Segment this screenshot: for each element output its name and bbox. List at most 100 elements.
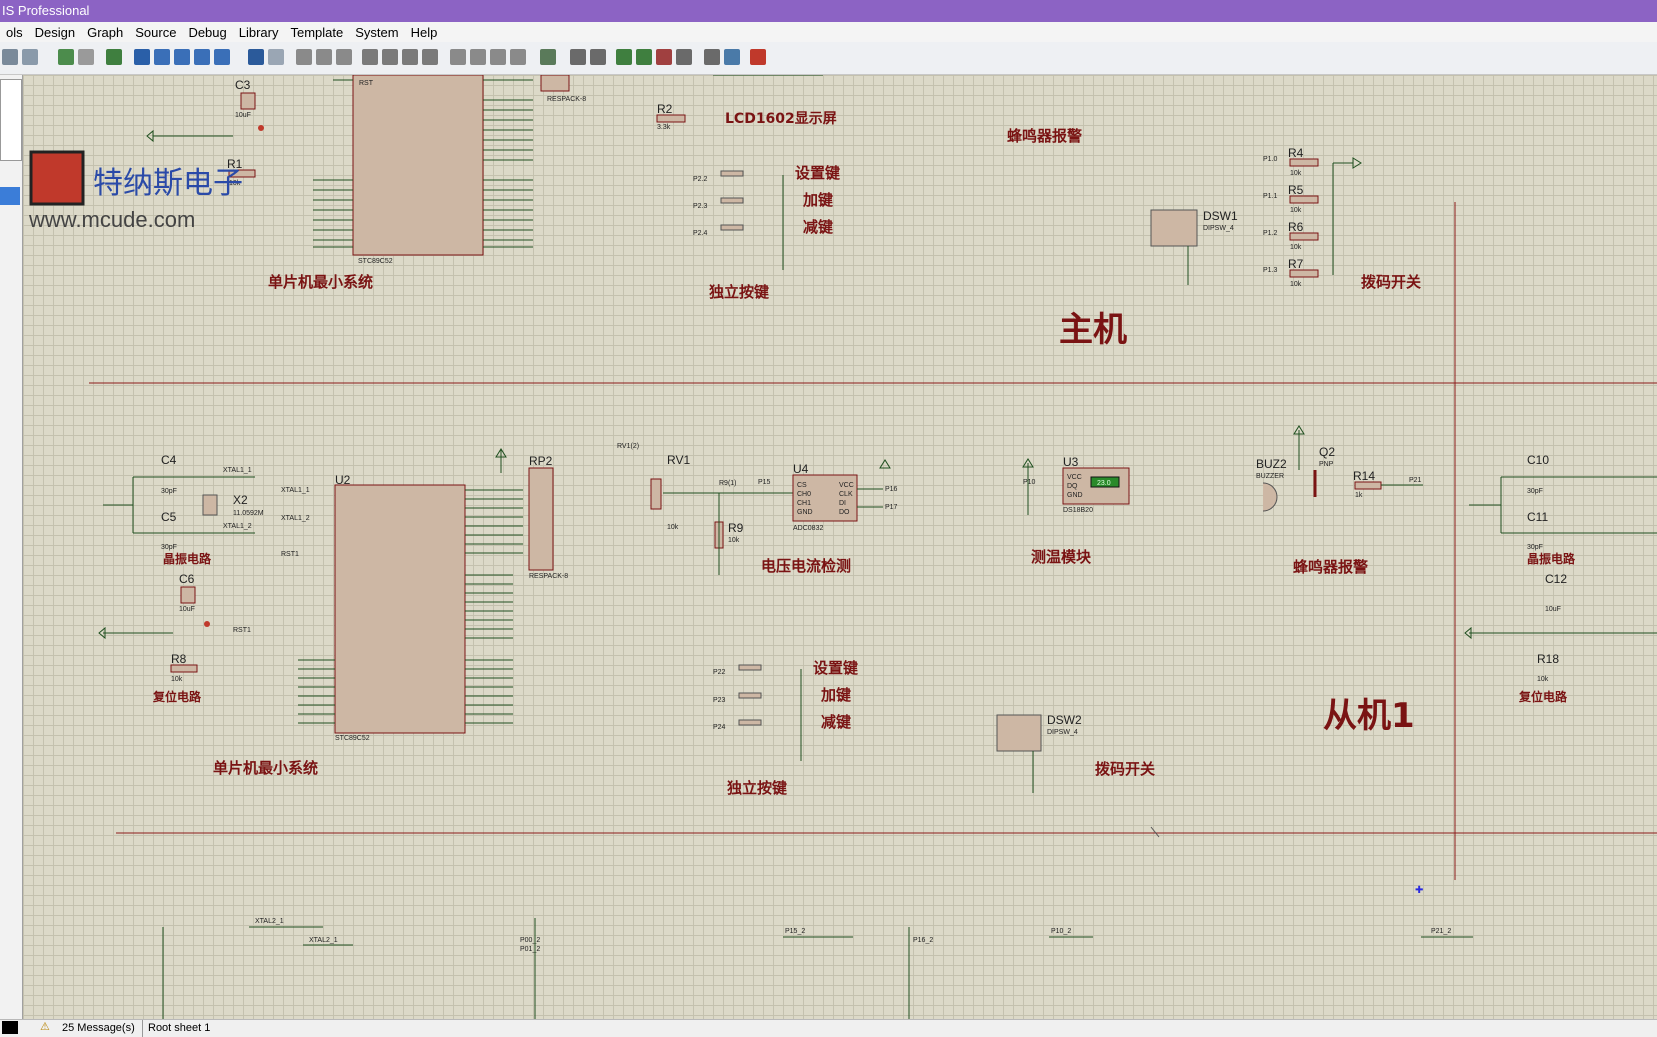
menu-template[interactable]: Template: [285, 25, 350, 40]
slave-adc-pin-do: DO: [839, 509, 850, 516]
copy-icon[interactable]: [316, 49, 332, 65]
block-delete-icon[interactable]: [422, 49, 438, 65]
wire-autoroute-icon[interactable]: [540, 49, 556, 65]
ares-icon[interactable]: [750, 49, 766, 65]
message-count[interactable]: 25 Message(s): [62, 1022, 135, 1034]
master-c3: [240, 92, 256, 110]
redo-icon[interactable]: [268, 49, 284, 65]
menu-source[interactable]: Source: [129, 25, 182, 40]
slave-adc-caption: 电压电流检测: [761, 557, 851, 575]
print-icon[interactable]: [2, 49, 18, 65]
slave-dip-model: DIPSW_4: [1047, 729, 1078, 736]
zoom-area-icon[interactable]: [214, 49, 230, 65]
goto-sheet-icon[interactable]: [676, 49, 692, 65]
slave-ds-pin-dq: DQ: [1067, 483, 1078, 490]
master-key-2: [720, 197, 744, 204]
master-r7: [1289, 269, 1319, 278]
block-copy-icon[interactable]: [362, 49, 378, 65]
slave-mcu-label: STC89C52: [335, 735, 370, 742]
edge-c12-value: 10uF: [1545, 606, 1561, 613]
slave-r9-net: R9(1): [719, 480, 737, 487]
menu-bar: ols Design Graph Source Debug Library Te…: [0, 22, 1657, 42]
master-key-label-sub: 减键: [803, 218, 833, 236]
bottom-partial-circuit: XTAL2_1 XTAL2_1 P00_2 P01_2 P15_2 P16_2 …: [162, 826, 1473, 1019]
origin-icon[interactable]: [106, 49, 122, 65]
add-sheet-icon[interactable]: [636, 49, 652, 65]
decompose-icon[interactable]: [510, 49, 526, 65]
master-net-p10: P1.0: [1263, 156, 1278, 163]
slave-mcu-rst: RST1: [281, 551, 299, 558]
edge-c11-label: C11: [1527, 510, 1548, 524]
master-rst-pin: RST: [359, 80, 374, 87]
warning-icon: ⚠: [40, 1021, 50, 1033]
slave-key-label-add: 加键: [820, 686, 851, 704]
block-rotate-icon[interactable]: [402, 49, 418, 65]
packaging-icon[interactable]: [490, 49, 506, 65]
erc-icon[interactable]: [724, 49, 740, 65]
master-r7-value: 10k: [1290, 281, 1302, 288]
refresh-icon[interactable]: [58, 49, 74, 65]
menu-tools[interactable]: ols: [0, 25, 29, 40]
master-key-net-3: P2.4: [693, 230, 708, 237]
master-key-net-1: P2.2: [693, 176, 708, 183]
slave-rv1-label: RV1: [667, 453, 690, 467]
menu-debug[interactable]: Debug: [182, 25, 232, 40]
master-keys: P2.2 P2.3 P2.4 设置键 加键 减键 独立按键: [693, 164, 840, 301]
menu-design[interactable]: Design: [29, 25, 81, 40]
edge-reset-caption: 复位电路: [1518, 689, 1568, 704]
master-r6: [1289, 232, 1319, 241]
menu-library[interactable]: Library: [233, 25, 285, 40]
zoom-in-icon[interactable]: [154, 49, 170, 65]
slave-mcu: U2 STC89C52 XTAL1_1 XTAL1_2 RST1: [281, 473, 523, 742]
slave-dip: DSW2 DIPSW_4 拨码开关: [996, 713, 1155, 793]
slave-adc-net-p15: P15: [758, 479, 771, 486]
right-edge-circuit: C10 C11 30pF 30pF 晶振电路 C12 10uF R18 10k …: [1464, 453, 1657, 704]
slave-adc-pin-ch1: CH1: [797, 500, 811, 507]
slave-temp-value: 23.0: [1097, 480, 1111, 487]
master-keys-caption: 独立按键: [709, 283, 769, 301]
slave-buzzer-circuit: BUZ2 BUZZER Q2 PNP R14 1k P21 蜂鸣器报警: [1256, 425, 1423, 576]
schematic-canvas[interactable]: STC89C52 RST RESPACK-8 C3 10uF R1 10k 单片…: [23, 75, 1657, 1019]
title-bar: IS Professional: [0, 0, 1657, 22]
pick-device-icon[interactable]: [450, 49, 466, 65]
slave-mcu-caption: 单片机最小系统: [213, 759, 318, 777]
master-vcc-arrow-icon: [1352, 157, 1362, 169]
slave-rst-net: RST1: [233, 627, 251, 634]
slave-adc-vcc-icon: [879, 459, 891, 469]
master-key-3: [720, 224, 744, 231]
master-respack-label: RESPACK-8: [547, 96, 586, 103]
property-assign-icon[interactable]: [590, 49, 606, 65]
slave-rv1: [650, 478, 662, 510]
menu-system[interactable]: System: [349, 25, 404, 40]
pan-icon[interactable]: [134, 49, 150, 65]
grid-icon[interactable]: [78, 49, 94, 65]
undo-icon[interactable]: [248, 49, 264, 65]
remove-sheet-icon[interactable]: [656, 49, 672, 65]
slave-rp2-model: RESPACK-8: [529, 573, 568, 580]
new-sheet-icon[interactable]: [616, 49, 632, 65]
paste-icon[interactable]: [336, 49, 352, 65]
mode-selector[interactable]: [0, 79, 22, 161]
search-icon[interactable]: [570, 49, 586, 65]
make-device-icon[interactable]: [470, 49, 486, 65]
layout-icon[interactable]: [22, 49, 38, 65]
left-tool-panel: [0, 75, 23, 1019]
slave-keys-caption: 独立按键: [727, 779, 787, 797]
master-c3-value: 10uF: [235, 112, 251, 119]
bom-icon[interactable]: [704, 49, 720, 65]
slave-r8-value: 10k: [171, 676, 183, 683]
bottom-net-p10: P10_2: [1051, 928, 1071, 935]
zoom-all-icon[interactable]: [194, 49, 210, 65]
block-move-icon[interactable]: [382, 49, 398, 65]
stop-icon[interactable]: [2, 1021, 18, 1034]
selected-mode[interactable]: [0, 187, 20, 205]
master-dip: DSW1 DIPSW_4: [1150, 209, 1238, 285]
menu-graph[interactable]: Graph: [81, 25, 129, 40]
master-r4: [1289, 158, 1319, 167]
cut-icon[interactable]: [296, 49, 312, 65]
watermark-brand: 特纳斯电子: [93, 167, 243, 200]
master-key-net-2: P2.3: [693, 203, 708, 210]
zoom-out-icon[interactable]: [174, 49, 190, 65]
menu-help[interactable]: Help: [405, 25, 444, 40]
edge-c12-label: C12: [1545, 572, 1567, 586]
